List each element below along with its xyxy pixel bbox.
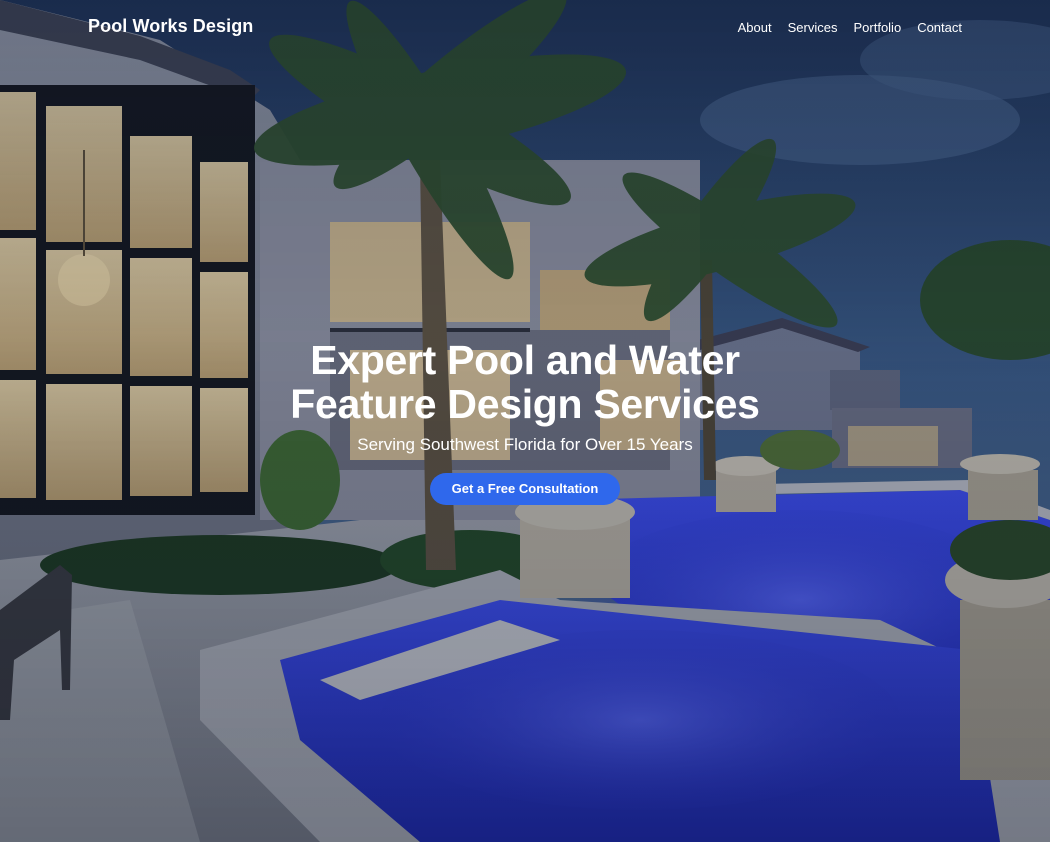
nav-item-portfolio[interactable]: Portfolio xyxy=(853,20,901,35)
hero-headline: Expert Pool and Water Feature Design Ser… xyxy=(0,338,1050,426)
hero-content: Expert Pool and Water Feature Design Ser… xyxy=(0,338,1050,505)
hero-headline-line-1: Expert Pool and Water xyxy=(310,337,740,383)
nav-item-about[interactable]: About xyxy=(738,20,772,35)
hero-section: Pool Works Design About Services Portfol… xyxy=(0,0,1050,842)
brand-logo-text[interactable]: Pool Works Design xyxy=(88,16,253,37)
nav-item-contact[interactable]: Contact xyxy=(917,20,962,35)
hero-subheadline: Serving Southwest Florida for Over 15 Ye… xyxy=(357,435,693,454)
top-navigation: Pool Works Design About Services Portfol… xyxy=(0,0,1050,56)
free-consultation-button[interactable]: Get a Free Consultation xyxy=(429,473,621,505)
hero-headline-line-2: Feature Design Services xyxy=(290,381,760,427)
nav-item-services[interactable]: Services xyxy=(788,20,838,35)
nav-menu: About Services Portfolio Contact xyxy=(738,20,962,35)
